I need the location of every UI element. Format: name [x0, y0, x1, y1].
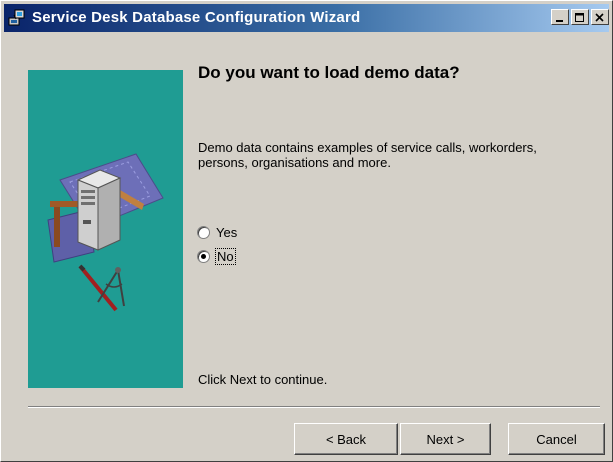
maximize-button[interactable] [571, 9, 589, 25]
wizard-side-panel [28, 70, 183, 388]
radio-yes-label[interactable]: Yes [216, 225, 237, 240]
button-separator [28, 406, 600, 408]
wizard-illustration [47, 153, 164, 312]
page-description: Demo data contains examples of service c… [198, 140, 537, 170]
cancel-button[interactable]: Cancel [508, 423, 605, 455]
maximize-icon [575, 13, 584, 22]
caption-buttons [549, 9, 609, 27]
radio-no[interactable]: No [197, 248, 236, 265]
radio-selected-dot [201, 254, 206, 259]
close-icon [595, 13, 604, 22]
title-bar[interactable]: Service Desk Database Configuration Wiza… [4, 4, 609, 32]
app-icon[interactable] [8, 9, 26, 27]
radio-no-label[interactable]: No [215, 248, 236, 265]
radio-no-circle[interactable] [197, 250, 210, 263]
continue-instruction: Click Next to continue. [198, 372, 328, 387]
compass-pencil-icon [78, 264, 125, 312]
minimize-button[interactable] [551, 9, 569, 25]
page-heading: Do you want to load demo data? [198, 63, 460, 82]
window-title: Service Desk Database Configuration Wiza… [32, 9, 361, 26]
radio-yes[interactable]: Yes [197, 225, 237, 240]
radio-yes-circle[interactable] [197, 226, 210, 239]
wizard-window: Service Desk Database Configuration Wiza… [0, 0, 613, 462]
close-button[interactable] [591, 9, 609, 25]
back-button[interactable]: < Back [294, 423, 398, 455]
next-button[interactable]: Next > [400, 423, 491, 455]
server-icon [76, 169, 122, 251]
minimize-icon [556, 20, 563, 22]
